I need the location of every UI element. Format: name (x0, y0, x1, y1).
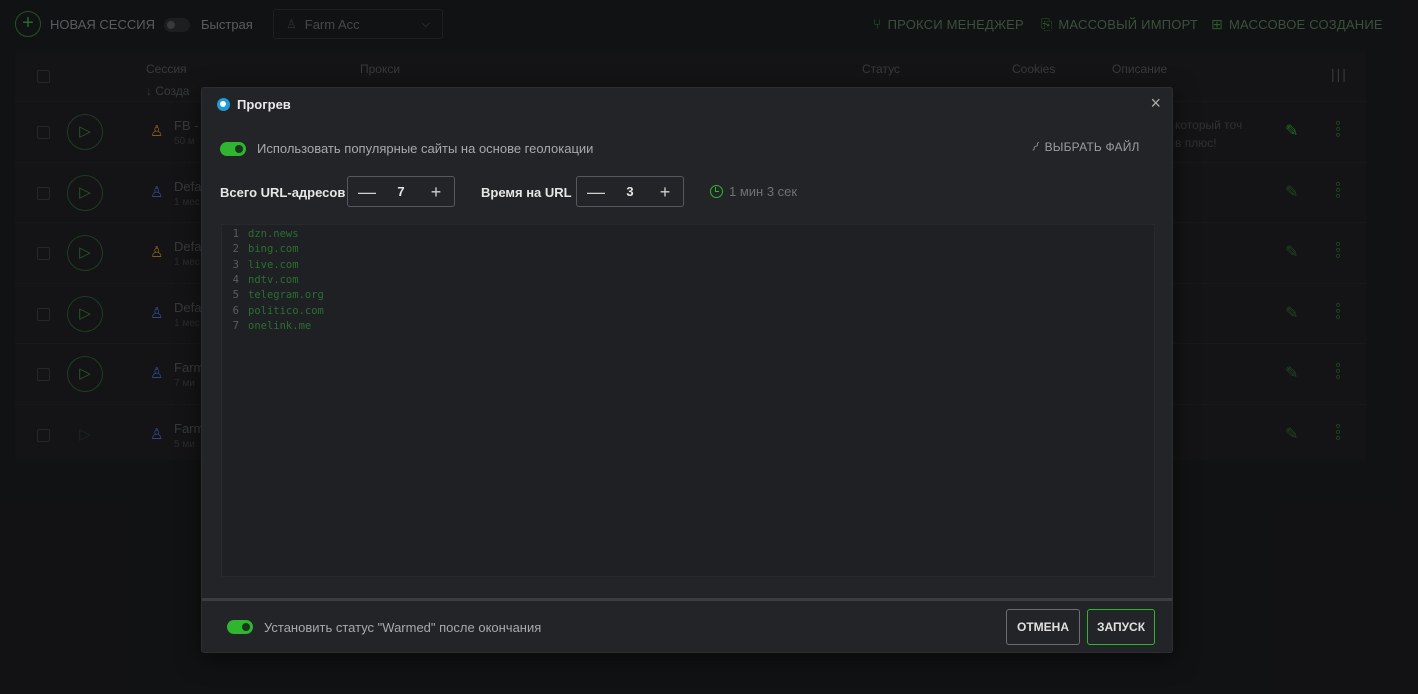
clock-icon (710, 185, 723, 198)
start-button[interactable]: ЗАПУСК (1087, 609, 1155, 645)
duration-text: 1 мин 3 сек (729, 184, 798, 199)
close-icon[interactable]: × (1150, 94, 1161, 112)
minus-icon[interactable]: — (358, 183, 376, 201)
line-number: 5 (232, 289, 239, 302)
editor-line: 6 politico.com (222, 305, 324, 320)
modal-title: Прогрев (217, 97, 291, 112)
line-number: 7 (232, 319, 239, 332)
total-duration: 1 мин 3 сек (710, 184, 797, 199)
choose-file-label: ВЫБРАТЬ ФАЙЛ (1044, 140, 1140, 154)
time-per-url-label: Время на URL (481, 185, 572, 200)
plus-icon[interactable]: + (428, 183, 444, 201)
editor-line: 3 live.com (222, 259, 299, 274)
total-urls-value[interactable]: 7 (397, 184, 404, 199)
choose-file-button[interactable]: ⌇ ВЫБРАТЬ ФАЙЛ (1028, 139, 1140, 155)
total-urls-label: Всего URL-адресов (220, 185, 346, 200)
line-number: 6 (232, 304, 239, 317)
editor-line: 2 bing.com (222, 243, 299, 258)
use-popular-label: Использовать популярные сайты на основе … (257, 141, 594, 156)
line-number: 2 (232, 243, 239, 256)
use-popular-toggle[interactable] (220, 142, 246, 156)
line-number: 1 (232, 228, 239, 240)
editor-line: 5 telegram.org (222, 289, 324, 304)
url-entry: telegram.org (248, 289, 324, 302)
set-warmed-status-label: Установить статус "Warmed" после окончан… (264, 620, 542, 635)
editor-line: 4 ndtv.com (222, 274, 299, 289)
plus-icon[interactable]: + (657, 183, 673, 201)
modal-title-text: Прогрев (237, 97, 291, 112)
url-entry: onelink.me (248, 319, 312, 332)
url-entry: live.com (248, 258, 299, 271)
total-urls-stepper: — 7 + (347, 176, 455, 207)
footer-divider (202, 598, 1172, 601)
paperclip-icon: ⌇ (1028, 138, 1043, 155)
warmup-logo-icon (217, 98, 230, 111)
time-per-url-value[interactable]: 3 (626, 184, 633, 199)
url-editor[interactable]: 1 dzn.news 2 bing.com 3 live.com 4 ndtv.com 5 tel… (221, 224, 1155, 577)
line-number: 4 (232, 273, 239, 286)
url-entry: ndtv.com (248, 273, 299, 286)
cancel-button[interactable]: ОТМЕНА (1006, 609, 1080, 645)
minus-icon[interactable]: — (587, 183, 605, 201)
line-number: 3 (232, 258, 239, 271)
url-entry: dzn.news (248, 228, 299, 240)
editor-line: 1 dzn.news (222, 228, 299, 243)
time-per-url-stepper: — 3 + (576, 176, 684, 207)
warmup-modal: Прогрев × Использовать популярные сайты … (201, 87, 1173, 653)
editor-line: 7 onelink.me (222, 319, 312, 335)
url-entry: bing.com (248, 243, 299, 256)
url-entry: politico.com (248, 304, 324, 317)
set-warmed-status-toggle[interactable] (227, 620, 253, 634)
